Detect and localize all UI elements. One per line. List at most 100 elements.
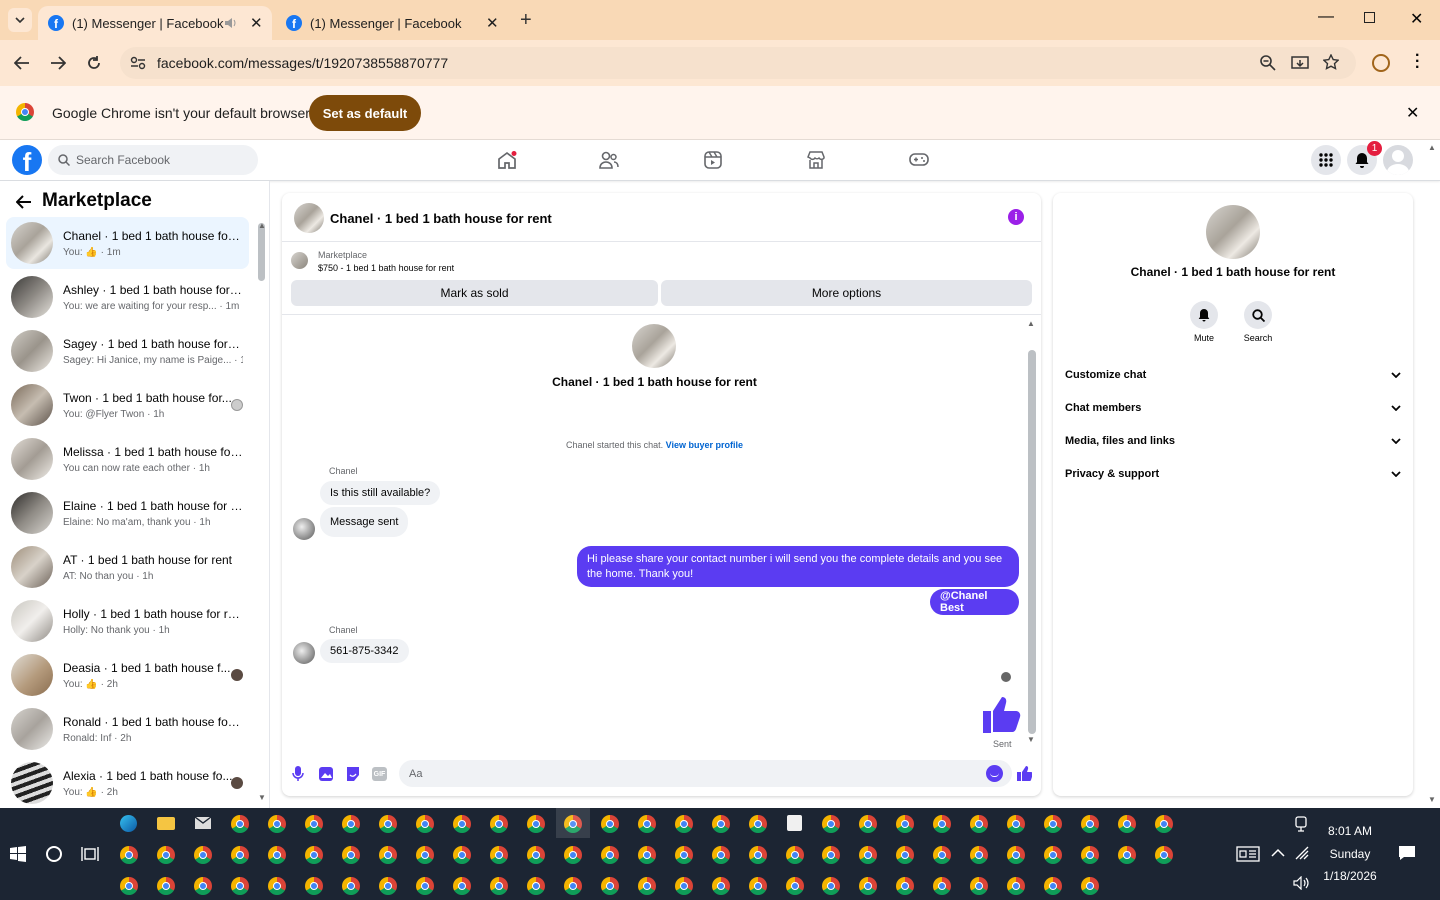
- back-arrow-icon[interactable]: [16, 195, 32, 209]
- conversation-item[interactable]: Deasia · 1 bed 1 bath house f... You: 👍 ·…: [6, 649, 249, 701]
- scroll-down-arrow-icon[interactable]: ▼: [258, 793, 266, 802]
- chrome-window-icon[interactable]: [859, 815, 877, 833]
- volume-icon[interactable]: [1293, 876, 1311, 890]
- gaming-icon[interactable]: [909, 152, 929, 167]
- chrome-window-icon[interactable]: [638, 877, 656, 895]
- chrome-window-icon[interactable]: [527, 846, 545, 864]
- chrome-window-icon[interactable]: [1007, 877, 1025, 895]
- chrome-window-icon[interactable]: [157, 877, 175, 895]
- chrome-window-icon[interactable]: [342, 877, 360, 895]
- sticker-icon[interactable]: [345, 766, 361, 782]
- back-icon[interactable]: [14, 56, 30, 70]
- scroll-up-arrow-icon[interactable]: ▲: [1027, 319, 1035, 328]
- mention-bubble[interactable]: @Chanel Best: [930, 589, 1019, 615]
- install-app-icon[interactable]: [1291, 55, 1309, 71]
- media-files-links-row[interactable]: Media, files and links: [1065, 431, 1401, 451]
- chat-members-row[interactable]: Chat members: [1065, 398, 1401, 418]
- chrome-window-icon[interactable]: [601, 846, 619, 864]
- new-tab-button[interactable]: +: [520, 9, 532, 32]
- microphone-icon[interactable]: [292, 766, 304, 782]
- maximize-button[interactable]: [1364, 12, 1375, 23]
- conversation-item[interactable]: Elaine · 1 bed 1 bath house for r... Elai…: [6, 487, 249, 539]
- chrome-window-icon[interactable]: [120, 846, 138, 864]
- chrome-window-icon[interactable]: [896, 877, 914, 895]
- chat-title[interactable]: Chanel · 1 bed 1 bath house for rent: [330, 211, 552, 226]
- message-bubble[interactable]: Is this still available?: [320, 481, 441, 505]
- listing-summary[interactable]: $750 - 1 bed 1 bath house for rent: [318, 263, 454, 273]
- emoji-icon[interactable]: [986, 765, 1003, 782]
- chrome-window-icon[interactable]: [712, 846, 730, 864]
- chrome-window-icon[interactable]: [342, 815, 360, 833]
- profile-avatar[interactable]: [1206, 205, 1260, 259]
- photo-icon[interactable]: [318, 766, 334, 782]
- chrome-window-icon[interactable]: [896, 846, 914, 864]
- close-tab-icon[interactable]: ✕: [486, 14, 499, 32]
- speaker-icon[interactable]: [224, 17, 238, 29]
- chrome-window-icon[interactable]: [822, 846, 840, 864]
- chevron-up-icon[interactable]: [1271, 848, 1285, 858]
- chrome-window-icon[interactable]: [194, 846, 212, 864]
- chrome-window-icon[interactable]: [268, 815, 286, 833]
- page-scroll-down-icon[interactable]: ▼: [1428, 795, 1436, 804]
- zoom-icon[interactable]: [1260, 55, 1276, 71]
- chrome-window-icon[interactable]: [638, 815, 656, 833]
- chrome-window-icon[interactable]: [749, 846, 767, 864]
- chrome-window-icon[interactable]: [564, 846, 582, 864]
- scroll-down-arrow-icon[interactable]: ▼: [1027, 735, 1035, 744]
- wifi-icon[interactable]: [1295, 846, 1311, 860]
- chrome-window-icon[interactable]: [490, 846, 508, 864]
- news-widget-icon[interactable]: [1236, 846, 1260, 862]
- like-icon[interactable]: [1016, 765, 1032, 781]
- site-info-icon[interactable]: [130, 56, 146, 70]
- store-icon[interactable]: [787, 815, 802, 831]
- marketplace-icon[interactable]: [807, 151, 825, 169]
- chrome-window-icon[interactable]: [970, 846, 988, 864]
- clock-time[interactable]: 8:01 AM: [1318, 824, 1382, 838]
- browser-menu-icon[interactable]: · · ·: [1415, 48, 1420, 76]
- chrome-window-icon[interactable]: [305, 815, 323, 833]
- chrome-window-icon[interactable]: [564, 877, 582, 895]
- chrome-window-icon[interactable]: [822, 815, 840, 833]
- chrome-window-icon[interactable]: [1081, 815, 1099, 833]
- mail-icon[interactable]: [194, 816, 212, 830]
- conversation-item[interactable]: Melissa · 1 bed 1 bath house for... You c…: [6, 433, 249, 485]
- clock-date[interactable]: 1/18/2026: [1314, 869, 1386, 883]
- conversation-item[interactable]: Holly · 1 bed 1 bath house for re... Holl…: [6, 595, 249, 647]
- set-as-default-button[interactable]: Set as default: [309, 95, 421, 131]
- chrome-window-icon[interactable]: [490, 815, 508, 833]
- chrome-window-icon[interactable]: [675, 846, 693, 864]
- meet-now-icon[interactable]: [1294, 816, 1308, 832]
- chrome-window-icon[interactable]: [194, 877, 212, 895]
- chrome-window-icon[interactable]: [416, 877, 434, 895]
- chrome-window-icon[interactable]: [1044, 877, 1062, 895]
- chrome-window-icon[interactable]: [453, 815, 471, 833]
- chrome-window-icon[interactable]: [859, 877, 877, 895]
- forward-icon[interactable]: [50, 56, 66, 70]
- chrome-window-icon[interactable]: [933, 815, 951, 833]
- chrome-window-icon[interactable]: [601, 877, 619, 895]
- chrome-window-icon[interactable]: [527, 815, 545, 833]
- chrome-window-icon[interactable]: [749, 815, 767, 833]
- chrome-window-icon[interactable]: [675, 877, 693, 895]
- chrome-window-icon[interactable]: [786, 877, 804, 895]
- thumbs-up-icon[interactable]: [981, 694, 1021, 734]
- chrome-window-icon[interactable]: [416, 846, 434, 864]
- menu-grid-button[interactable]: [1311, 145, 1341, 175]
- chrome-window-icon[interactable]: [305, 877, 323, 895]
- listing-thumbnail[interactable]: [291, 252, 308, 269]
- chrome-window-icon[interactable]: [749, 877, 767, 895]
- facebook-search-input[interactable]: Search Facebook: [48, 145, 258, 175]
- chrome-window-icon[interactable]: [379, 846, 397, 864]
- chrome-window-icon[interactable]: [1044, 815, 1062, 833]
- tab-search-button[interactable]: [8, 8, 32, 32]
- chrome-window-icon[interactable]: [712, 877, 730, 895]
- infobar-close-icon[interactable]: ✕: [1406, 103, 1419, 123]
- chrome-window-icon[interactable]: [231, 877, 249, 895]
- conversation-item[interactable]: Ronald · 1 bed 1 bath house for ... Ronal…: [6, 703, 249, 755]
- address-bar[interactable]: facebook.com/messages/t/1920738558870777: [120, 47, 1356, 79]
- chrome-window-icon[interactable]: [896, 815, 914, 833]
- conversation-item[interactable]: AT · 1 bed 1 bath house for rent AT: No t…: [6, 541, 249, 593]
- page-scroll-up-icon[interactable]: ▲: [1428, 143, 1436, 152]
- file-explorer-icon[interactable]: [157, 817, 175, 830]
- chrome-window-icon[interactable]: [970, 815, 988, 833]
